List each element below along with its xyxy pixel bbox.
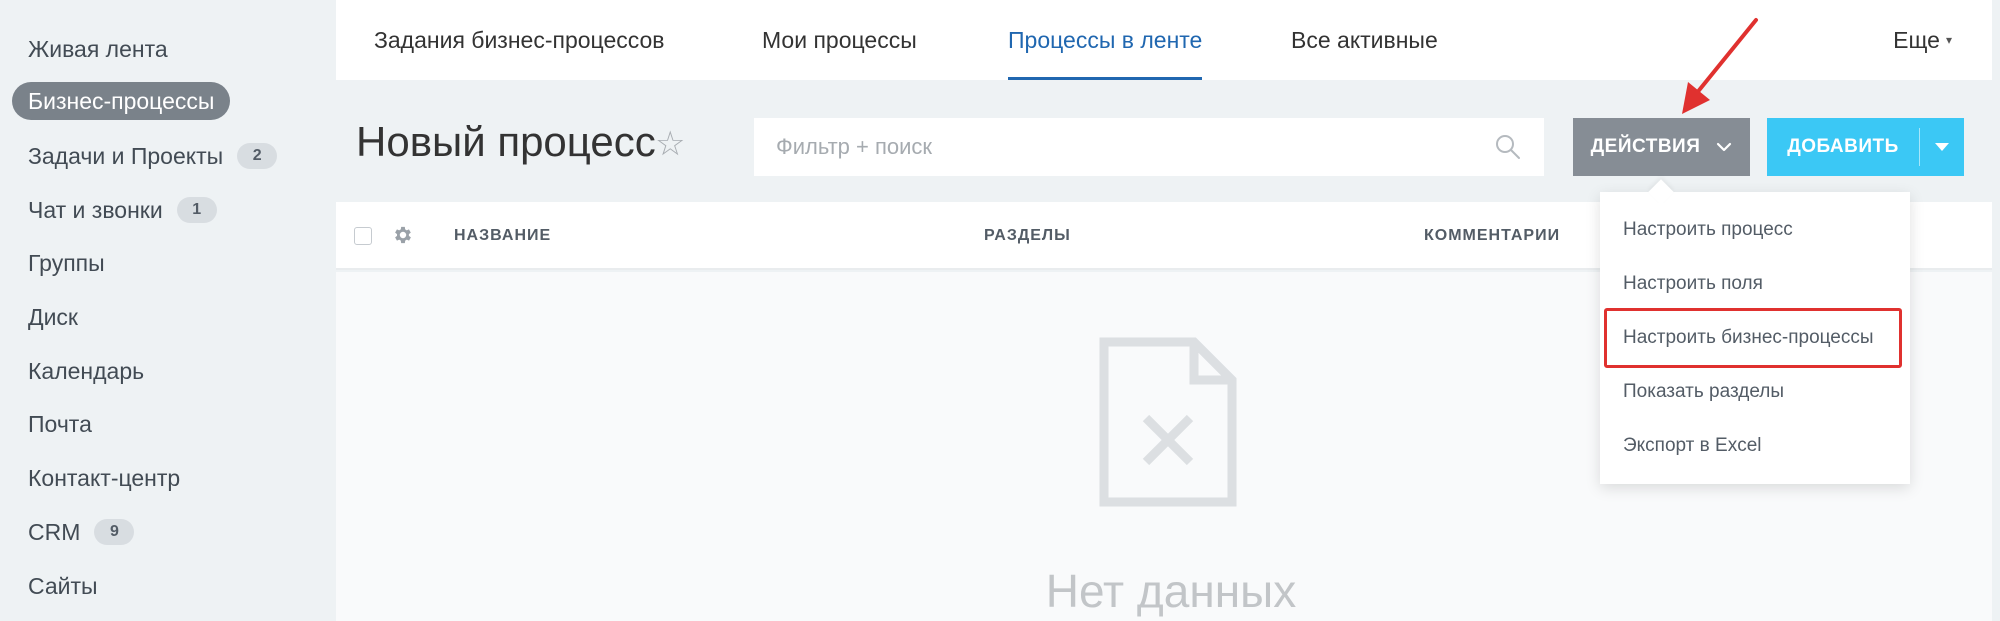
annotation-arrow-icon (1682, 18, 1758, 114)
sidebar-item-label: CRM (28, 518, 81, 545)
sidebar-item-sites[interactable]: Сайты (12, 567, 114, 605)
sidebar-item-label: Контакт-центр (28, 464, 181, 491)
caret-down-icon: ▾ (1945, 33, 1952, 47)
sidebar-item-groups[interactable]: Группы (12, 244, 121, 282)
sidebar-item-label: Сайты (28, 572, 98, 599)
more-menu[interactable]: Еще ▾ (1893, 0, 1952, 80)
menu-item-configure-process[interactable]: Настроить процесс (1600, 206, 1910, 254)
chevron-down-icon (1717, 142, 1732, 152)
sidebar-item-chat-calls[interactable]: Чат и звонки 1 (12, 191, 233, 229)
add-button-label: ДОБАВИТЬ (1787, 136, 1899, 157)
sidebar-item-disk[interactable]: Диск (12, 298, 94, 336)
count-badge: 9 (94, 519, 135, 545)
count-badge: 2 (237, 143, 278, 169)
sidebar-item-label: Бизнес-процессы (28, 87, 215, 114)
tab-processes-in-feed[interactable]: Процессы в ленте (1008, 0, 1203, 80)
sidebar-item-label: Живая лента (28, 35, 168, 62)
empty-document-icon (1099, 337, 1237, 507)
caret-down-icon (1935, 143, 1949, 151)
menu-item-export-excel[interactable]: Экспорт в Excel (1600, 422, 1910, 470)
actions-dropdown-menu: Настроить процесс Настроить поля Настрои… (1600, 192, 1910, 484)
sidebar-item-crm[interactable]: CRM 9 (12, 513, 150, 551)
page-edge (1992, 0, 2000, 621)
sidebar-item-label: Задачи и Проекты (28, 142, 224, 169)
page-title: Новый процесс (356, 118, 656, 165)
sidebar-item-label: Почта (28, 410, 92, 437)
tab-business-process-tasks[interactable]: Задания бизнес-процессов (374, 0, 665, 80)
actions-button-label: ДЕЙСТВИЯ (1590, 136, 1701, 157)
select-all-checkbox[interactable] (354, 227, 372, 245)
column-header-name[interactable]: НАЗВАНИЕ (454, 202, 551, 270)
sidebar-item-contact-center[interactable]: Контакт-центр (12, 459, 196, 497)
tab-all-active[interactable]: Все активные (1291, 0, 1438, 80)
add-dropdown-toggle[interactable] (1920, 143, 1964, 151)
search-input[interactable]: Фильтр + поиск (754, 118, 1544, 176)
menu-item-show-sections[interactable]: Показать разделы (1600, 368, 1910, 416)
empty-state-text: Нет данных (1045, 565, 1297, 617)
column-header-sections[interactable]: РАЗДЕЛЫ (984, 202, 1071, 270)
star-icon[interactable]: ☆ (655, 124, 685, 164)
sidebar-item-label: Диск (28, 303, 78, 330)
add-button[interactable]: ДОБАВИТЬ (1767, 118, 1964, 176)
sidebar-item-calendar[interactable]: Календарь (12, 352, 160, 390)
sidebar-item-tasks-projects[interactable]: Задачи и Проекты 2 (12, 137, 293, 175)
sidebar-item-live-feed[interactable]: Живая лента (12, 30, 184, 68)
sidebar-item-business-processes[interactable]: Бизнес-процессы (12, 82, 231, 120)
column-header-comments[interactable]: КОММЕНТАРИИ (1424, 202, 1560, 270)
tab-my-processes[interactable]: Мои процессы (762, 0, 917, 80)
sidebar-item-label: Календарь (28, 357, 145, 384)
actions-button[interactable]: ДЕЙСТВИЯ (1573, 118, 1750, 176)
search-placeholder: Фильтр + поиск (776, 134, 933, 159)
gear-icon[interactable] (392, 224, 414, 246)
menu-item-configure-fields[interactable]: Настроить поля (1600, 260, 1910, 308)
sidebar-item-label: Группы (28, 249, 105, 276)
count-badge: 1 (176, 197, 217, 223)
more-label: Еще (1893, 26, 1940, 53)
search-icon[interactable] (1494, 133, 1522, 161)
sidebar-item-label: Чат и звонки (28, 196, 163, 223)
menu-item-configure-business-processes[interactable]: Настроить бизнес-процессы (1600, 314, 1910, 362)
sidebar-item-mail[interactable]: Почта (12, 405, 108, 443)
sidebar: Живая лента Бизнес-процессы Задачи и Про… (0, 0, 336, 621)
